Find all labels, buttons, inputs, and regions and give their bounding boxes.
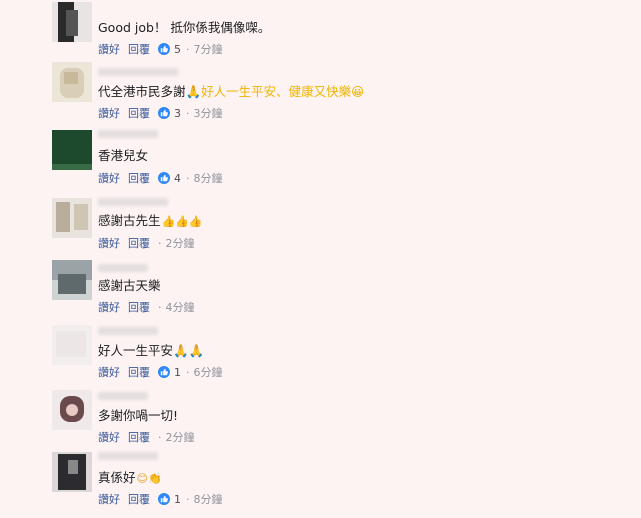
comment-item: 代全港市民多謝🙏好人一生平安、健康又快樂😀 讚好 回覆 3 · 3分鐘 xyxy=(0,62,641,126)
comment-text: 好人一生平安🙏🙏 xyxy=(98,343,205,358)
comment-text: 多謝你喎一切! xyxy=(98,408,179,423)
comment-text: 真係好😊👏 xyxy=(98,470,162,485)
like-button[interactable]: 讚好 xyxy=(98,235,120,251)
reaction-count[interactable]: 4 xyxy=(158,172,181,185)
comment-text: 代全港市民多謝🙏好人一生平安、健康又快樂😀 xyxy=(98,84,365,99)
avatar[interactable] xyxy=(52,325,92,365)
like-button[interactable]: 讚好 xyxy=(98,105,120,121)
reply-button[interactable]: 回覆 xyxy=(128,491,150,507)
comment-item: Good job！ 抵你係我偶像㗎。 讚好 回覆 5 · 7分鐘 xyxy=(0,2,641,66)
timestamp[interactable]: 7分鐘 xyxy=(194,41,223,57)
reply-button[interactable]: 回覆 xyxy=(128,429,150,445)
thumbs-up-icon xyxy=(158,366,170,378)
like-button[interactable]: 讚好 xyxy=(98,491,120,507)
avatar[interactable] xyxy=(52,260,92,300)
reaction-count[interactable]: 5 xyxy=(158,43,181,56)
like-button[interactable]: 讚好 xyxy=(98,299,120,315)
comment-text: Good job！ 抵你係我偶像㗎。 xyxy=(98,20,271,35)
comment-text: 感謝古天樂 xyxy=(98,278,161,293)
comment-item: 多謝你喎一切! 讚好 回覆 · 2分鐘 xyxy=(0,390,641,454)
comment-actions: 讚好 回覆 1 · 8分鐘 xyxy=(98,491,223,507)
avatar[interactable] xyxy=(52,62,92,102)
thumbs-up-icon xyxy=(158,493,170,505)
avatar[interactable] xyxy=(52,198,92,238)
comment-actions: 讚好 回覆 3 · 3分鐘 xyxy=(98,105,223,121)
reply-button[interactable]: 回覆 xyxy=(128,364,150,380)
comment-actions: 讚好 回覆 · 4分鐘 xyxy=(98,299,195,315)
comment-item: 好人一生平安🙏🙏 讚好 回覆 1 · 6分鐘 xyxy=(0,325,641,389)
reply-button[interactable]: 回覆 xyxy=(128,41,150,57)
avatar[interactable] xyxy=(52,130,92,170)
comment-item: 感謝古先生👍👍👍 讚好 回覆 · 2分鐘 xyxy=(0,198,641,262)
timestamp[interactable]: 4分鐘 xyxy=(166,299,195,315)
reply-button[interactable]: 回覆 xyxy=(128,235,150,251)
reaction-count[interactable]: 1 xyxy=(158,493,181,506)
comment-item: 感謝古天樂 讚好 回覆 · 4分鐘 xyxy=(0,260,641,324)
avatar[interactable] xyxy=(52,2,92,42)
timestamp[interactable]: 6分鐘 xyxy=(194,364,223,380)
thumbs-up-icon xyxy=(158,172,170,184)
timestamp[interactable]: 3分鐘 xyxy=(194,105,223,121)
comment-actions: 讚好 回覆 4 · 8分鐘 xyxy=(98,170,223,186)
like-button[interactable]: 讚好 xyxy=(98,41,120,57)
comment-text: 感謝古先生👍👍👍 xyxy=(98,213,203,228)
like-button[interactable]: 讚好 xyxy=(98,170,120,186)
comment-item: 香港兒女 讚好 回覆 4 · 8分鐘 xyxy=(0,130,641,194)
comment-text: 香港兒女 xyxy=(98,148,149,163)
comment-item: 真係好😊👏 讚好 回覆 1 · 8分鐘 xyxy=(0,452,641,516)
like-button[interactable]: 讚好 xyxy=(98,364,120,380)
reaction-count[interactable]: 1 xyxy=(158,366,181,379)
timestamp[interactable]: 2分鐘 xyxy=(166,235,195,251)
comment-actions: 讚好 回覆 1 · 6分鐘 xyxy=(98,364,223,380)
timestamp[interactable]: 8分鐘 xyxy=(194,491,223,507)
thumbs-up-icon xyxy=(158,43,170,55)
reaction-count[interactable]: 3 xyxy=(158,107,181,120)
like-button[interactable]: 讚好 xyxy=(98,429,120,445)
comment-actions: 讚好 回覆 · 2分鐘 xyxy=(98,429,195,445)
avatar[interactable] xyxy=(52,452,92,492)
reply-button[interactable]: 回覆 xyxy=(128,299,150,315)
timestamp[interactable]: 8分鐘 xyxy=(194,170,223,186)
comment-actions: 讚好 回覆 · 2分鐘 xyxy=(98,235,195,251)
reply-button[interactable]: 回覆 xyxy=(128,105,150,121)
reply-button[interactable]: 回覆 xyxy=(128,170,150,186)
timestamp[interactable]: 2分鐘 xyxy=(166,429,195,445)
thumbs-up-icon xyxy=(158,107,170,119)
comment-actions: 讚好 回覆 5 · 7分鐘 xyxy=(98,41,223,57)
avatar[interactable] xyxy=(52,390,92,430)
